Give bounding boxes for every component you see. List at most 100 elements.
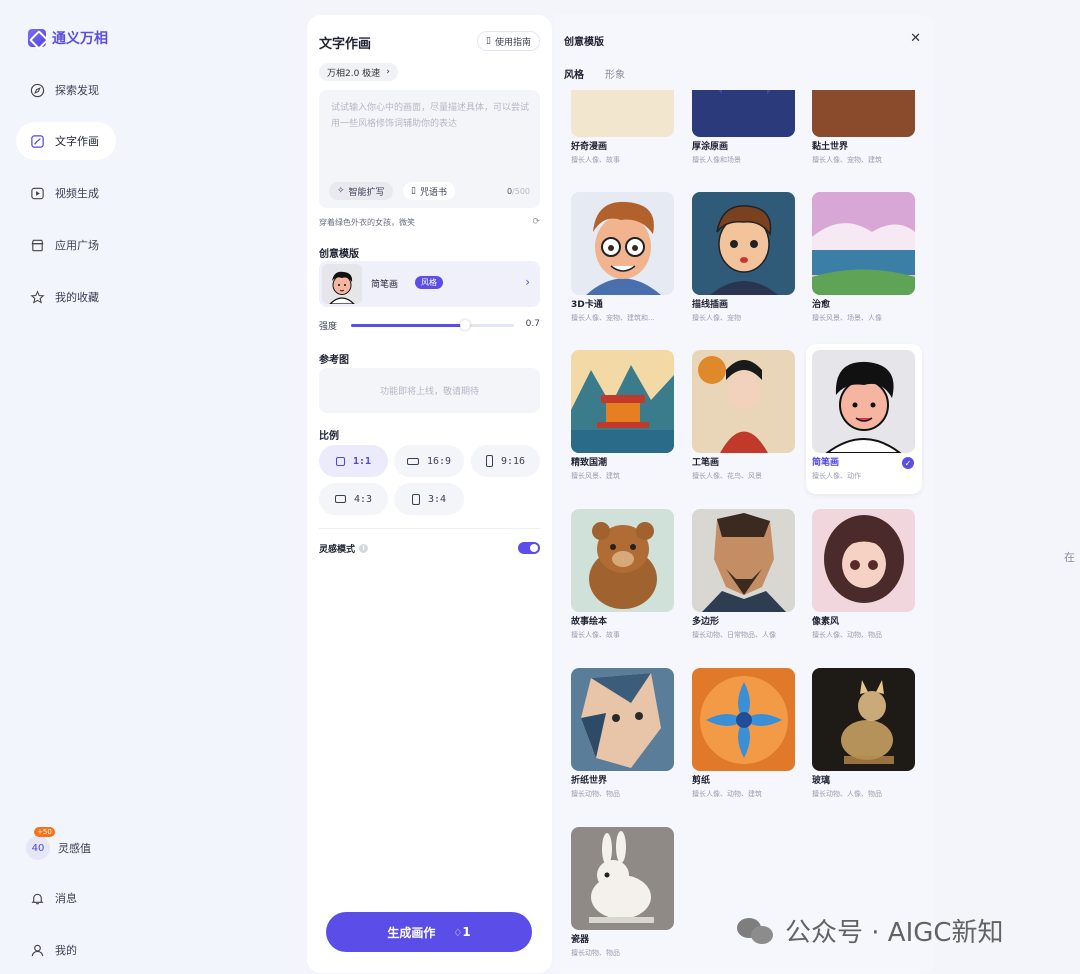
ratio-option-label: 4:3	[353, 493, 373, 505]
healing-landscape-thumbnail	[812, 192, 915, 295]
bell-icon	[30, 891, 45, 906]
selected-template[interactable]: 简笔画 风格 ›	[319, 261, 540, 307]
template-card-name: 故事绘本	[571, 617, 608, 627]
template-card[interactable]: 精致国潮 擅长风景、建筑	[565, 344, 681, 494]
template-card-desc: 擅长动物、物品	[571, 949, 620, 957]
template-card-desc: 擅长人像、宠物、建筑	[812, 156, 882, 164]
image-edit-icon	[30, 134, 45, 149]
ratio-label: 比例	[319, 431, 339, 442]
bulb-icon: ♢	[453, 928, 463, 939]
gongbi-thumbnail	[692, 350, 795, 453]
template-card[interactable]: 多边形 擅长动物、日常物品、人像	[686, 503, 802, 653]
nav-label: 探索发现	[55, 84, 99, 97]
template-card[interactable]: 简笔画 擅长人像、动作 ✓	[806, 344, 922, 494]
template-card[interactable]: 好奇漫画擅长人像、故事	[565, 90, 681, 178]
nav-item-messages[interactable]: 消息	[16, 879, 116, 917]
template-card-name: 好奇漫画	[571, 142, 608, 152]
template-name: 简笔画	[371, 280, 399, 290]
credits-badge: +50	[34, 827, 55, 837]
template-card-desc: 擅长人像、花鸟、风景	[692, 472, 762, 480]
template-card[interactable]: 瓷器 擅长动物、物品	[565, 821, 681, 971]
nav-label: 应用广场	[55, 239, 99, 252]
ratio-option-16-9[interactable]: 16:9	[394, 445, 464, 477]
template-grid: 好奇漫画 擅长人像、故事 厚涂原画 擅长人像和场景 黏土世界 擅长人像、宠物、建筑 3D卡通…	[553, 90, 935, 973]
template-card[interactable]: 像素风 擅长人像、动物、物品	[806, 503, 922, 653]
store-icon	[30, 238, 45, 253]
ai-expand-label: 智能扩写	[348, 187, 385, 198]
template-card[interactable]: 3D卡通 擅长人像、宠物、建筑和...	[565, 186, 681, 336]
generate-cost-value: 1	[462, 925, 471, 939]
generate-label: 生成画作	[387, 925, 436, 940]
template-card-desc: 擅长人像、故事	[571, 156, 620, 164]
credits-label: 灵感值	[58, 842, 91, 855]
sidebar: 通义万相 探索发现 文字作画 视频生成 应用广场 我的收藏 40 +50 灵感值…	[0, 0, 300, 974]
portrait-icon	[411, 493, 420, 505]
template-card-name: 像素风	[812, 617, 840, 627]
template-card[interactable]: 治愈 擅长风景、场景、人像	[806, 186, 922, 336]
app-logo[interactable]: 通义万相	[28, 28, 108, 48]
text-to-image-panel: 文字作画 ▯ 使用指南 万相2.0 极速 › 试试输入你心中的画面，尽量描述具体…	[307, 15, 552, 973]
strength-slider[interactable]	[351, 320, 514, 330]
prompt-suggestion[interactable]: 穿着绿色外衣的女孩，微笑	[319, 217, 415, 228]
refresh-icon[interactable]: ⟳	[532, 217, 540, 227]
ratio-option-1-1[interactable]: 1:1	[319, 445, 388, 477]
template-card-name: 工笔画	[692, 458, 720, 468]
spellbook-button[interactable]: ▯ 咒语书	[403, 182, 455, 200]
app-name: 通义万相	[52, 31, 108, 47]
origami-thumbnail	[571, 668, 674, 771]
divider	[319, 528, 540, 529]
book-icon: ▯	[411, 186, 416, 196]
ratio-option-3-4[interactable]: 3:4	[394, 483, 464, 515]
guide-button[interactable]: ▯ 使用指南	[477, 31, 540, 51]
char-count: 0/500	[507, 187, 530, 196]
nav-item-text-to-image[interactable]: 文字作画	[16, 122, 116, 160]
watermark: 公众号 · AIGC新知	[737, 912, 1004, 949]
info-icon[interactable]: i	[359, 544, 369, 553]
template-card[interactable]: 工笔画擅长人像、花鸟、风景	[686, 344, 802, 494]
template-card[interactable]: 描线插画擅长人像、宠物	[686, 186, 802, 336]
credits[interactable]: 40 +50 灵感值	[26, 827, 91, 860]
clay-thumbnail	[812, 90, 915, 137]
template-card[interactable]: 玻璃 擅长动物、人像、物品	[806, 662, 922, 812]
inspiration-mode-toggle[interactable]	[518, 542, 540, 554]
template-card[interactable]: 折纸世界 擅长动物、物品	[565, 662, 681, 812]
ai-expand-button[interactable]: ✧ 智能扩写	[329, 182, 393, 200]
template-card-desc: 擅长人像、宠物	[692, 314, 741, 322]
porcelain-rabbit-thumbnail	[571, 827, 674, 930]
template-card-desc: 擅长人像、动物、建筑	[692, 790, 762, 798]
portrait-icon	[485, 455, 493, 467]
chevron-right-icon: ›	[525, 275, 530, 289]
ratio-option-9-16[interactable]: 9:16	[471, 445, 540, 477]
papercut-thumbnail	[692, 668, 795, 771]
nav-item-profile[interactable]: 我的	[16, 931, 116, 969]
generate-button[interactable]: 生成画作 ♢1	[326, 912, 532, 952]
slider-handle[interactable]	[460, 320, 471, 330]
nav-item-apps[interactable]: 应用广场	[16, 226, 116, 264]
template-card-desc: 擅长风景、建筑	[571, 472, 620, 480]
nav-item-favorites[interactable]: 我的收藏	[16, 278, 116, 316]
template-card-name: 治愈	[812, 300, 831, 310]
strength-value: 0.7	[525, 319, 540, 329]
template-card-desc: 擅长动物、日常物品、人像	[692, 631, 776, 639]
template-tag: 风格	[415, 276, 443, 289]
line-art-thumbnail	[692, 192, 795, 295]
template-card-name: 折纸世界	[571, 776, 608, 786]
tab-character[interactable]: 形象	[605, 66, 625, 81]
prompt-input[interactable]: 试试输入你心中的画面，尽量描述具体，可以尝试用一些风格修饰词辅助你的表达 ✧ 智…	[319, 90, 540, 208]
template-card[interactable]: 故事绘本 擅长人像、故事	[565, 503, 681, 653]
ratio-option-4-3[interactable]: 4:3	[319, 483, 388, 515]
nav-item-explore[interactable]: 探索发现	[16, 71, 116, 109]
template-card-name: 黏土世界	[812, 142, 849, 152]
template-card[interactable]: 剪纸 擅长人像、动物、建筑	[686, 662, 802, 812]
spellbook-label: 咒语书	[419, 187, 447, 198]
nav-item-video[interactable]: 视频生成	[16, 174, 116, 212]
template-card[interactable]: 黏土世界擅长人像、宠物、建筑	[806, 90, 922, 178]
model-selector[interactable]: 万相2.0 极速 ›	[319, 63, 398, 81]
template-card-name: 描线插画	[692, 300, 729, 310]
reference-upload[interactable]: 功能即将上线，敬请期待	[319, 368, 540, 413]
tab-style[interactable]: 风格	[564, 66, 584, 81]
square-icon	[335, 456, 345, 466]
close-icon[interactable]: ✕	[910, 31, 921, 46]
template-gallery: 创意模版 ✕ 风格 形象 好奇漫画 擅长人像、故事 厚涂原画 擅长人像和场景 黏土世界擅…	[553, 15, 935, 973]
template-card[interactable]: 厚涂原画 擅长人像和场景	[686, 90, 802, 178]
